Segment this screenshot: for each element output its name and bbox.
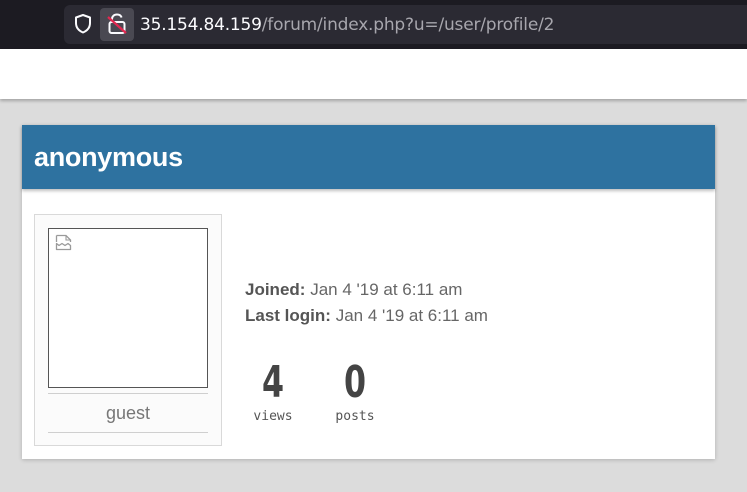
last-login-value: Jan 4 '19 at 6:11 am (335, 306, 488, 325)
url-path: /forum/index.php?u=/user/profile/2 (261, 15, 555, 35)
url-text[interactable]: 35.154.84.159/forum/index.php?u=/user/pr… (140, 15, 554, 35)
stat-value: 0 (343, 357, 367, 408)
stat-views: 4 views (248, 357, 298, 425)
user-role: guest (105, 403, 151, 423)
profile-username: anonymous (34, 142, 183, 172)
divider (48, 432, 208, 433)
joined-value: Jan 4 '19 at 6:11 am (310, 280, 463, 299)
shield-icon[interactable] (72, 13, 94, 35)
joined-label: Joined: (245, 280, 306, 299)
profile-card: anonymous guest Joined: Jan 4 '19 at 6:1… (22, 125, 715, 459)
browser-toolbar: 35.154.84.159/forum/index.php?u=/user/pr… (0, 0, 747, 49)
stat-label: views (253, 409, 293, 424)
address-bar[interactable]: 35.154.84.159/forum/index.php?u=/user/pr… (64, 5, 747, 44)
stat-label: posts (335, 409, 375, 424)
divider (48, 393, 208, 394)
avatar-panel: guest (34, 214, 222, 446)
stat-posts: 0 posts (330, 357, 380, 425)
last-login-row: Last login: Jan 4 '19 at 6:11 am (245, 306, 488, 326)
url-host: 35.154.84.159 (140, 15, 262, 35)
broken-lock-icon[interactable] (100, 8, 134, 41)
last-login-label: Last login: (245, 306, 331, 325)
stat-value: 4 (261, 357, 285, 408)
joined-row: Joined: Jan 4 '19 at 6:11 am (245, 280, 462, 300)
avatar (48, 228, 208, 388)
broken-image-icon (55, 234, 72, 256)
site-header (0, 49, 747, 99)
profile-header: anonymous (22, 125, 715, 189)
